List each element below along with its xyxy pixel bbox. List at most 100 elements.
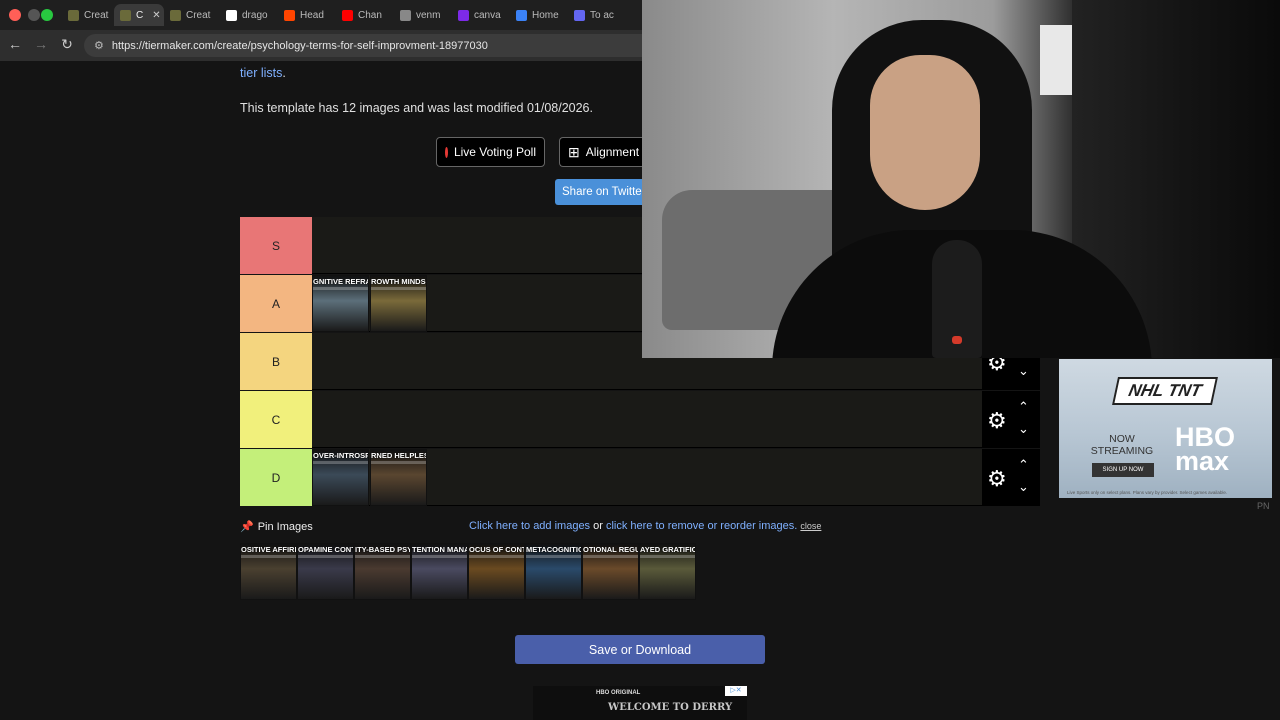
tier-label-d[interactable]: D: [240, 449, 312, 506]
pin-images-label: Pin Images: [257, 520, 313, 533]
browser-tab[interactable]: C ✕: [114, 4, 164, 26]
ad-fine-print: Live Sports only on select plans. Plans …: [1067, 490, 1228, 495]
tier-label-a[interactable]: A: [240, 275, 312, 332]
chevron-down-icon[interactable]: ⌄: [1018, 363, 1029, 379]
or-text: or: [593, 520, 603, 532]
site-settings-icon[interactable]: ⚙: [94, 39, 104, 52]
card-caption: AYED GRATIFICATI: [640, 545, 695, 554]
close-link[interactable]: close: [800, 521, 821, 531]
tier-image-card[interactable]: AYED GRATIFICATI: [639, 543, 696, 600]
card-subtitle-bar: [371, 287, 426, 290]
back-icon[interactable]: ←: [5, 36, 25, 52]
sign-up-button[interactable]: SIGN UP NOW: [1092, 463, 1154, 477]
card-subtitle-bar: [583, 555, 638, 558]
tier-image-card[interactable]: TENTION MANAGEM: [411, 543, 468, 600]
tier-image-card[interactable]: ITY-BASED PSYCH: [354, 543, 411, 600]
live-voting-poll-button[interactable]: Live Voting Poll: [436, 137, 545, 167]
adchoices-icon[interactable]: ▷✕: [725, 686, 747, 696]
card-caption: OCUS OF CONTRO: [469, 545, 524, 554]
tab-label: drago: [242, 9, 268, 21]
tier-label-b[interactable]: B: [240, 333, 312, 390]
forward-icon[interactable]: →: [31, 36, 51, 52]
minimize-window-button[interactable]: [28, 9, 40, 21]
browser-tab[interactable]: drago: [220, 4, 278, 26]
card-subtitle-bar: [313, 461, 368, 464]
hbo-max-advertisement[interactable]: NHL TNT NOW STREAMING SIGN UP NOW HBO ma…: [1059, 359, 1272, 498]
tier-lists-link[interactable]: tier lists: [240, 66, 282, 80]
reload-icon[interactable]: ↻: [57, 36, 77, 53]
pin-images-toggle[interactable]: 📌 Pin Images: [240, 520, 313, 534]
tab-favicon-icon: [284, 9, 295, 21]
card-caption: GNITIVE REFRAM: [313, 277, 368, 286]
tab-label: Creat: [84, 9, 109, 21]
close-tab-icon[interactable]: ✕: [152, 10, 160, 21]
tier-image-card[interactable]: RNED HELPLESSNE: [370, 449, 427, 506]
save-download-button[interactable]: Save or Download: [515, 635, 765, 664]
browser-tab[interactable]: To ac: [568, 4, 624, 26]
ad-network-label: HBO ORIGINAL: [596, 690, 641, 696]
tab-favicon-icon: [342, 9, 353, 21]
tier-controls: ⚙ ⌃ ⌄: [982, 391, 1040, 448]
tier-image-card[interactable]: OCUS OF CONTRO: [468, 543, 525, 600]
maximize-window-button[interactable]: [41, 9, 53, 21]
tab-label: Head: [300, 9, 324, 21]
tier-image-card[interactable]: OSITIVE AFFIRMATIO: [240, 543, 297, 600]
alignment-chart-button[interactable]: ⊞ Alignment C: [559, 137, 643, 167]
gear-icon[interactable]: ⚙: [987, 408, 1007, 434]
tier-controls: ⚙ ⌃ ⌄: [982, 449, 1040, 506]
tier-image-card[interactable]: ROWTH MINDSE: [370, 275, 427, 332]
browser-tab[interactable]: Creat: [62, 4, 114, 26]
tab-label: Creat: [186, 9, 211, 21]
chevron-up-icon[interactable]: ⌃: [1018, 457, 1029, 473]
chevron-up-icon[interactable]: ⌃: [1018, 399, 1029, 415]
add-images-link[interactable]: Click here to add images: [469, 520, 590, 532]
card-subtitle-bar: [241, 555, 296, 558]
close-window-button[interactable]: [9, 9, 21, 21]
card-caption: OPAMINE CONTRO: [298, 545, 353, 554]
tier-lists-sentence: tier lists.: [240, 66, 286, 80]
bottom-advertisement[interactable]: HBO ORIGINAL WELCOME TO DERRY ▷✕: [533, 686, 747, 720]
tab-label: To ac: [590, 9, 614, 21]
live-voting-label: Live Voting Poll: [453, 145, 536, 159]
webcam-overlay: [642, 0, 1280, 358]
microphone: [932, 240, 982, 358]
card-caption: ROWTH MINDSE: [371, 277, 426, 286]
browser-tab[interactable]: Home: [510, 4, 568, 26]
browser-tab[interactable]: Head: [278, 4, 336, 26]
tab-favicon-icon: [516, 9, 527, 21]
browser-tab[interactable]: venm: [394, 4, 452, 26]
card-subtitle-bar: [298, 555, 353, 558]
grid-icon: ⊞: [568, 143, 580, 160]
browser-tab[interactable]: Chan: [336, 4, 394, 26]
card-subtitle-bar: [355, 555, 410, 558]
tab-favicon-icon: [120, 9, 131, 21]
image-actions: Click here to add images or click here t…: [469, 520, 821, 532]
tier-row-c[interactable]: [312, 391, 982, 448]
tier-image-card[interactable]: OTIONAL REGULATI: [582, 543, 639, 600]
chevron-down-icon[interactable]: ⌄: [1018, 421, 1029, 437]
pin-icon: 📌: [240, 521, 254, 533]
tab-label: canva: [474, 9, 501, 21]
remove-reorder-link[interactable]: click here to remove or reorder images.: [606, 520, 797, 532]
card-caption: METACOGNITION: [526, 545, 581, 554]
ad-title: WELCOME TO DERRY: [608, 702, 733, 713]
card-caption: TENTION MANAGEM: [412, 545, 467, 554]
tier-image-card[interactable]: OPAMINE CONTRO: [297, 543, 354, 600]
tier-image-card[interactable]: METACOGNITION: [525, 543, 582, 600]
tier-row-d[interactable]: OVER-INTROSPECTIORNED HELPLESSNE: [312, 449, 982, 506]
url-text: https://tiermaker.com/create/psychology-…: [111, 39, 488, 52]
card-subtitle-bar: [526, 555, 581, 558]
tier-image-card[interactable]: OVER-INTROSPECTIO: [312, 449, 369, 506]
url-field[interactable]: ⚙ https://tiermaker.com/create/psycholog…: [84, 34, 644, 57]
card-caption: OTIONAL REGULATI: [583, 545, 638, 554]
browser-tab[interactable]: Creat: [164, 4, 220, 26]
tier-label-s[interactable]: S: [240, 217, 312, 274]
chevron-down-icon[interactable]: ⌄: [1018, 479, 1029, 495]
card-subtitle-bar: [469, 555, 524, 558]
tier-label-c[interactable]: C: [240, 391, 312, 448]
share-twitter-button[interactable]: Share on Twitter: [555, 179, 645, 205]
tab-label: Home: [532, 9, 559, 21]
tier-image-card[interactable]: GNITIVE REFRAM: [312, 275, 369, 332]
browser-tab[interactable]: canva: [452, 4, 510, 26]
gear-icon[interactable]: ⚙: [987, 466, 1007, 492]
